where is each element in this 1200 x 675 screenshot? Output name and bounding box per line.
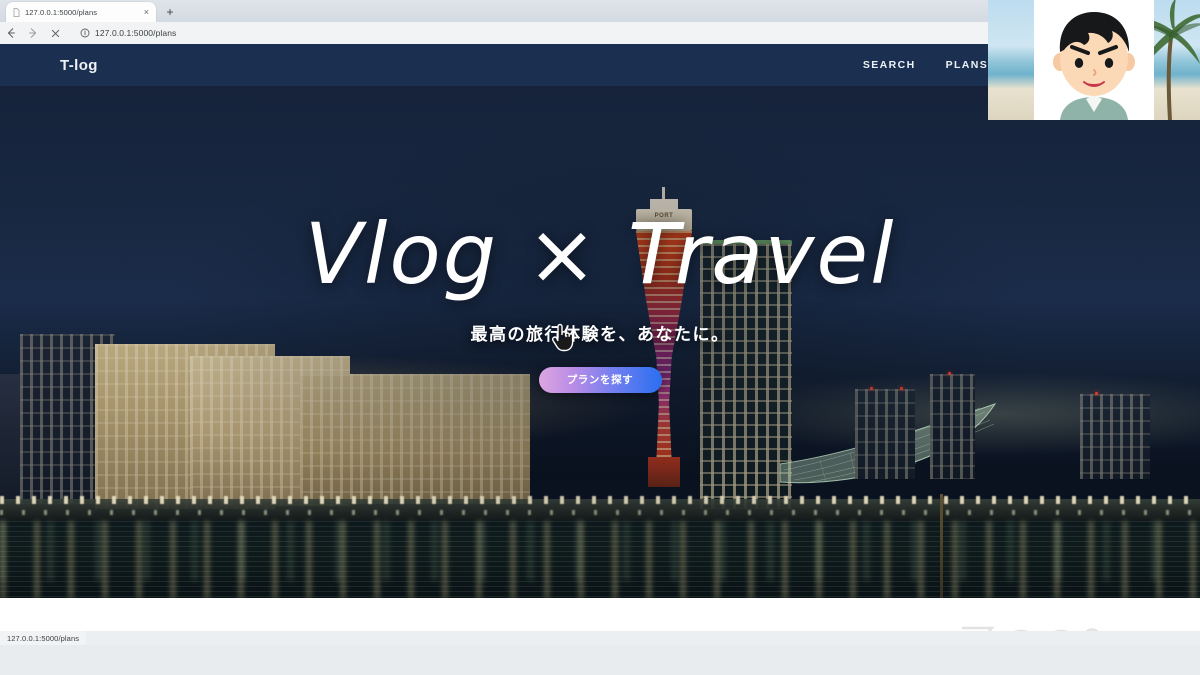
close-icon[interactable]: × (143, 7, 150, 17)
link-preview-text: 127.0.0.1:5000/plans (7, 633, 80, 643)
find-plans-button[interactable]: プランを探す (538, 366, 662, 393)
nav-item-plans[interactable]: PLANS (946, 59, 989, 71)
windows-taskbar: 25°C 晴れ (0, 645, 1200, 675)
avatar (1034, 0, 1154, 120)
back-arrow-icon[interactable] (0, 22, 22, 44)
new-tab-button[interactable]: + (162, 4, 178, 20)
forward-arrow-icon[interactable] (22, 22, 44, 44)
web-page: PORT (0, 44, 1200, 631)
url-text: 127.0.0.1:5000/plans (95, 28, 177, 38)
webcam-overlay[interactable] (988, 0, 1200, 120)
link-preview: 127.0.0.1:5000/plans (0, 631, 87, 645)
browser-status-bar (0, 631, 1200, 645)
hero-title: Vlog × Travel (304, 204, 896, 303)
site-logo[interactable]: T-log (60, 57, 98, 74)
tab-title: 127.0.0.1:5000/plans (25, 7, 98, 17)
info-circle-icon[interactable] (80, 28, 90, 38)
stop-x-icon[interactable] (44, 22, 66, 44)
find-plans-button-label: プランを探す (566, 374, 634, 386)
hero-content: Vlog × Travel 最高の旅行体験を、あなたに。 プランを探す (0, 44, 1200, 598)
browser-tab[interactable]: 127.0.0.1:5000/plans × (6, 2, 156, 22)
pointer-hand-cursor (549, 321, 575, 353)
document-icon (12, 7, 21, 17)
zoom-watermark (958, 616, 1158, 631)
nav-item-search[interactable]: SEARCH (863, 59, 916, 71)
hero-subtitle: 最高の旅行体験を、あなたに。 (470, 324, 730, 344)
